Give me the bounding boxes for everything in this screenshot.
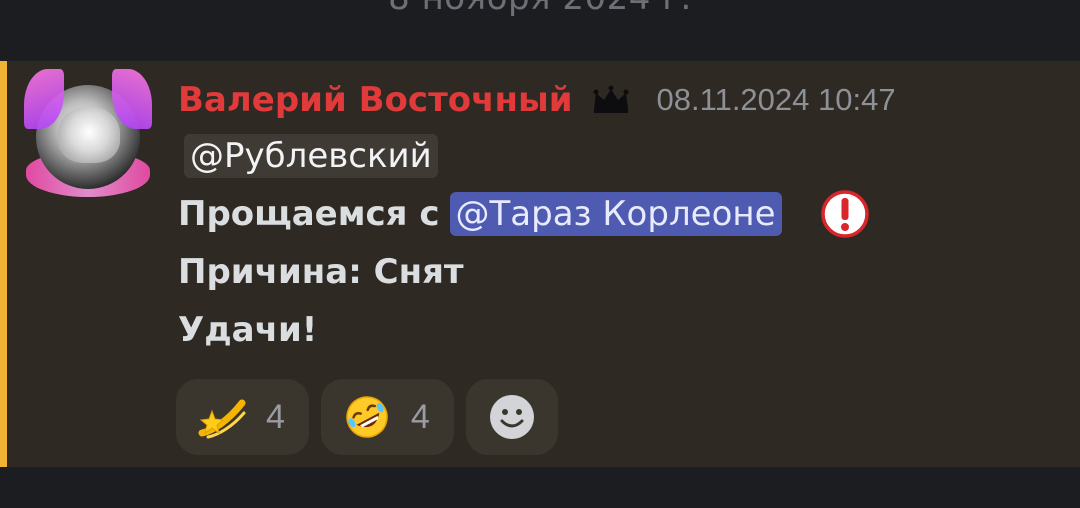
reaction-rofl[interactable]: 4 [320, 379, 454, 455]
date-divider-text: 8 ноября 2024 г. [0, 0, 1080, 18]
role-mention[interactable]: @Тараз Корлеоне [449, 192, 782, 236]
message-timestamp: 08.11.2024 10:47 [656, 82, 896, 117]
rofl-emoji-icon [346, 396, 388, 438]
message-line-2: Прощаемся с @Тараз Корлеоне [178, 185, 1058, 243]
avatar[interactable] [24, 69, 152, 197]
message-header: Валерий Восточный 08.11.2024 10:47 [178, 77, 896, 123]
author-name[interactable]: Валерий Восточный [178, 80, 573, 120]
chat-view: 8 ноября 2024 г. Валерий Восточный 08.11… [0, 0, 1080, 508]
chat-background-bottom [0, 467, 1080, 508]
reaction-dizzy[interactable]: 4 [176, 379, 309, 455]
reactions-bar: 4 4 [176, 379, 558, 455]
message-line-3: Причина: Снят [178, 252, 464, 292]
exclamation-warning-icon [820, 190, 869, 238]
dizzy-emoji-icon [198, 399, 246, 439]
message-line-4: Удачи! [178, 310, 318, 350]
crown-icon [593, 85, 629, 113]
mention-highlight-bar [0, 61, 7, 467]
message-content: @Рублевский Прощаемся с @Тараз Корлеоне … [178, 127, 1058, 359]
add-reaction-button[interactable] [465, 379, 558, 455]
cat-image [58, 107, 120, 163]
reaction-count: 4 [410, 397, 430, 436]
message-line-1: @Рублевский [178, 127, 1058, 185]
user-mention[interactable]: @Рублевский [184, 134, 438, 178]
smiley-add-reaction-icon [489, 395, 534, 439]
message-text-farewell: Прощаемся с [178, 194, 440, 234]
date-divider: 8 ноября 2024 г. [0, 0, 1080, 60]
chat-message[interactable]: Валерий Восточный 08.11.2024 10:47 @Рубл… [0, 61, 1080, 467]
reaction-count: 4 [266, 397, 285, 436]
